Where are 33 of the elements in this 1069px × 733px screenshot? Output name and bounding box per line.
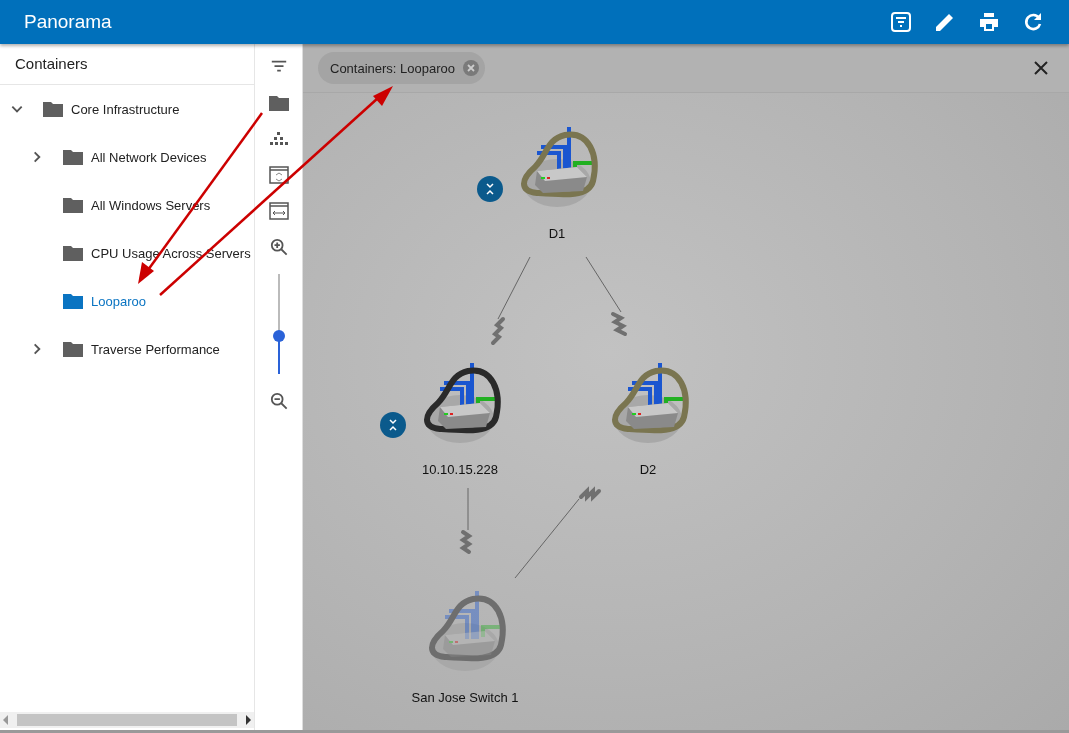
node-label: D2 <box>638 462 658 477</box>
node-label: 10.10.15.228 <box>421 462 499 477</box>
fit-screen-icon[interactable] <box>268 166 289 184</box>
folder-icon <box>63 149 83 165</box>
print-icon[interactable] <box>977 10 1001 34</box>
tree-item[interactable]: Looparoo <box>0 277 254 325</box>
node-label: D1 <box>547 226 567 241</box>
app-title: Panorama <box>24 11 112 33</box>
zoom-out-icon[interactable] <box>268 392 289 410</box>
folder-icon <box>63 293 83 309</box>
tree-item[interactable]: Traverse Performance <box>0 325 254 373</box>
link-line <box>459 487 473 554</box>
node-label: San Jose Switch 1 <box>410 690 520 705</box>
close-icon[interactable] <box>1033 60 1049 76</box>
collapse-button[interactable] <box>380 412 406 438</box>
tree-item[interactable]: Core Infrastructure <box>0 85 254 133</box>
fit-width-icon[interactable] <box>268 202 289 220</box>
horizontal-scrollbar[interactable] <box>0 712 254 728</box>
folder-icon <box>63 197 83 213</box>
zoom-slider[interactable] <box>271 274 286 374</box>
folder-icon <box>63 245 83 261</box>
filter-chip[interactable]: Containers: Looparoo <box>318 52 486 84</box>
zoom-in-icon[interactable] <box>268 238 289 256</box>
tree-item[interactable]: All Network Devices <box>0 133 254 181</box>
folder-icon <box>43 101 63 117</box>
slider-thumb[interactable] <box>272 330 285 342</box>
tree-item[interactable]: CPU Usage Across Servers <box>0 229 254 277</box>
hierarchy-icon[interactable] <box>268 130 289 148</box>
collapse-button[interactable] <box>477 176 503 202</box>
sidebar-title: Containers <box>0 44 254 85</box>
filter-icon[interactable] <box>889 10 913 34</box>
folder-icon[interactable] <box>268 94 289 112</box>
folder-icon <box>63 341 83 357</box>
